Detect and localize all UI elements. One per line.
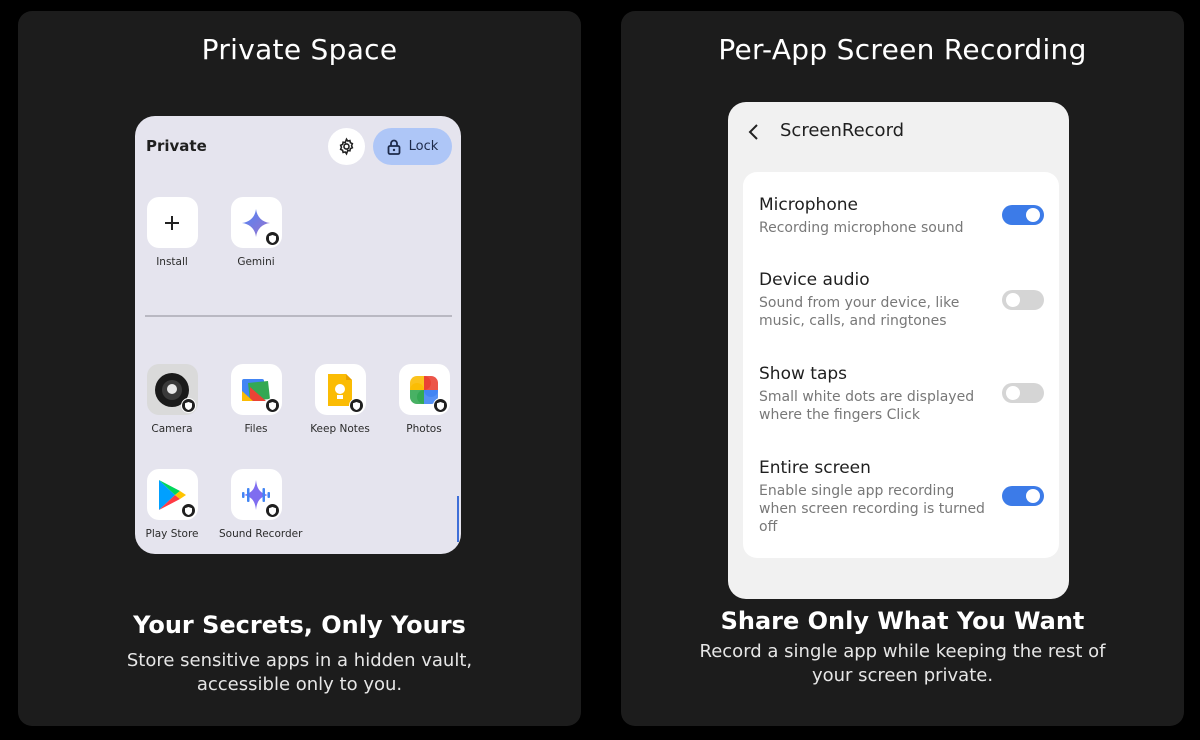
app-label: Install xyxy=(156,256,188,268)
setting-title: Entire screen xyxy=(759,458,871,478)
app-files[interactable]: Files xyxy=(219,364,293,435)
panel-title: Private Space xyxy=(201,33,398,66)
lock-button[interactable]: Lock xyxy=(373,128,452,165)
setting-description: Enable single app recording when screen … xyxy=(759,483,985,535)
section-divider xyxy=(145,315,452,317)
screen-record-phone: ScreenRecord Microphone Recording microp… xyxy=(728,102,1069,599)
panel-tagline: Your Secrets, Only Yours xyxy=(133,611,466,639)
toggle-knob xyxy=(1006,293,1020,307)
app-label: Sound Recorder xyxy=(219,528,303,540)
setting-description: Recording microphone sound xyxy=(759,220,964,236)
private-badge-icon xyxy=(264,503,280,518)
settings-card: Microphone Recording microphone sound De… xyxy=(743,172,1059,558)
device-audio-toggle[interactable] xyxy=(1002,290,1044,310)
screen-record-title: ScreenRecord xyxy=(780,120,905,141)
setting-description: Small white dots are displayed where the… xyxy=(759,389,975,423)
setting-title: Device audio xyxy=(759,270,870,290)
private-badge-icon xyxy=(180,398,196,413)
private-space-header-title: Private xyxy=(146,137,207,155)
lock-button-label: Lock xyxy=(408,139,439,154)
app-keep-notes[interactable]: Keep Notes xyxy=(303,364,377,435)
app-sound-recorder[interactable]: Sound Recorder xyxy=(219,469,303,540)
setting-title: Show taps xyxy=(759,364,848,384)
toggle-knob xyxy=(1006,386,1020,400)
app-label: Play Store xyxy=(145,528,199,540)
app-label: Photos xyxy=(406,423,442,435)
private-badge-icon xyxy=(264,231,280,246)
private-badge-icon xyxy=(348,398,364,413)
app-label: Camera xyxy=(151,423,193,435)
private-badge-icon xyxy=(264,398,280,413)
panel-description: Store sensitive apps in a hidden vault, … xyxy=(126,650,473,695)
panel-title: Per-App Screen Recording xyxy=(718,33,1087,66)
microphone-toggle[interactable] xyxy=(1002,205,1044,225)
app-label: Files xyxy=(244,423,268,435)
app-camera[interactable]: Camera xyxy=(135,364,209,435)
private-space-panel: Private Space Private Lock Install Gemin… xyxy=(18,11,581,726)
private-badge-icon xyxy=(180,503,196,518)
private-badge-icon xyxy=(432,398,448,413)
private-space-phone: Private Lock Install Gemini Camera Files… xyxy=(135,116,461,554)
gear-icon xyxy=(339,137,354,156)
setting-description: Sound from your device, like music, call… xyxy=(759,295,960,329)
scrollbar[interactable] xyxy=(457,496,459,542)
plus-icon xyxy=(165,215,179,230)
panel-tagline: Share Only What You Want xyxy=(720,607,1085,635)
toggle-knob xyxy=(1026,208,1040,222)
app-play-store[interactable]: Play Store xyxy=(135,469,209,540)
chevron-left-icon[interactable] xyxy=(746,123,762,141)
entire-screen-toggle[interactable] xyxy=(1002,486,1044,506)
panel-description: Record a single app while keeping the re… xyxy=(699,641,1106,686)
settings-button[interactable] xyxy=(328,128,365,165)
show-taps-toggle[interactable] xyxy=(1002,383,1044,403)
app-photos[interactable]: Photos xyxy=(387,364,461,435)
app-label: Gemini xyxy=(237,256,275,268)
lock-icon xyxy=(387,139,401,155)
screen-recording-panel: Per-App Screen Recording ScreenRecord Mi… xyxy=(621,11,1184,726)
app-gemini[interactable]: Gemini xyxy=(219,197,293,268)
app-label: Keep Notes xyxy=(310,423,370,435)
toggle-knob xyxy=(1026,489,1040,503)
app-install[interactable]: Install xyxy=(135,197,209,268)
